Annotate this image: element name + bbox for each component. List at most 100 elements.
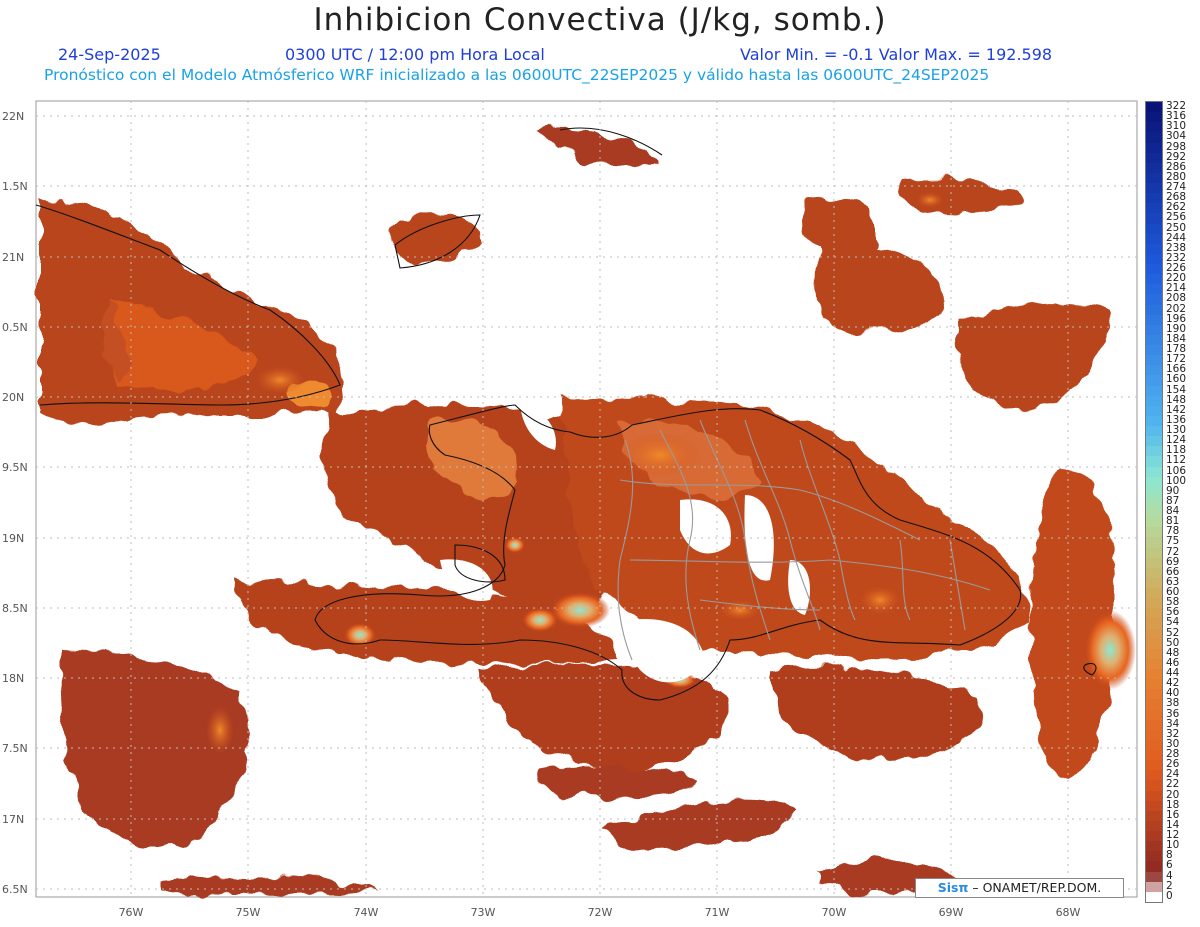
colorbar-swatch: [1146, 233, 1162, 245]
colorbar-swatch: [1146, 172, 1162, 184]
colorbar-swatch: [1146, 780, 1162, 792]
colorbar-swatch: [1146, 669, 1162, 680]
colorbar-swatch: [1146, 193, 1162, 204]
colorbar-swatch: [1146, 831, 1162, 842]
colorbar-swatch: [1146, 689, 1162, 700]
colorbar-swatch: [1146, 253, 1162, 265]
colorbar-swatch: [1146, 385, 1162, 397]
colorbar-swatch: [1146, 750, 1162, 761]
colorbar-swatch: [1146, 476, 1162, 488]
lon-label: 72W: [588, 906, 613, 919]
colorbar-swatch: [1146, 405, 1162, 417]
lon-label: 71W: [705, 906, 730, 919]
credit-text: – ONAMET/REP.DOM.: [968, 880, 1102, 895]
colorbar-swatch: [1146, 577, 1162, 589]
colorbar-swatch: [1146, 679, 1162, 690]
lat-label: 9.5N: [2, 461, 28, 474]
colorbar-swatch: [1146, 709, 1162, 721]
colorbar-swatch: [1146, 446, 1162, 457]
colorbar: [1145, 101, 1163, 903]
colorbar-swatch: [1146, 537, 1162, 549]
colorbar-swatch: [1146, 142, 1162, 154]
colorbar-label: 298: [1166, 140, 1187, 153]
lat-label: 1.5N: [2, 180, 28, 193]
colorbar-label: 160: [1166, 373, 1187, 386]
latitude-labels: 22N 1.5N 21N 0.5N 20N 9.5N 19N 8.5N 18N …: [2, 110, 28, 896]
colorbar-label: 54: [1166, 616, 1180, 629]
colorbar-swatch: [1146, 122, 1162, 133]
colorbar-swatch: [1146, 871, 1162, 883]
colorbar-swatch: [1146, 223, 1162, 235]
map-plot: 22N 1.5N 21N 0.5N 20N 9.5N 19N 8.5N 18N …: [2, 100, 1138, 919]
colorbar-label: 112: [1166, 454, 1187, 467]
colorbar-swatch: [1146, 345, 1162, 356]
lon-label: 68W: [1056, 906, 1081, 919]
lat-label: 17N: [2, 813, 24, 826]
lat-label: 7.5N: [2, 742, 28, 755]
colorbar-swatch: [1146, 507, 1162, 518]
colorbar-swatch: [1146, 395, 1162, 407]
colorbar-swatch: [1146, 557, 1162, 569]
lon-label: 76W: [119, 906, 144, 919]
colorbar-swatch: [1146, 496, 1162, 508]
colorbar-label: 208: [1166, 292, 1187, 305]
lon-label: 69W: [939, 906, 964, 919]
colorbar-swatch: [1146, 527, 1162, 538]
colorbar-swatch: [1146, 466, 1162, 478]
colorbar-swatch: [1146, 274, 1162, 285]
colorbar-swatch: [1146, 881, 1162, 893]
colorbar-swatch: [1146, 547, 1162, 559]
colorbar-swatch: [1146, 314, 1162, 326]
colorbar-swatch: [1146, 415, 1162, 427]
colorbar-swatch: [1146, 567, 1162, 579]
colorbar-swatch: [1146, 810, 1162, 822]
colorbar-label: 0: [1166, 889, 1173, 902]
colorbar-swatch: [1146, 648, 1162, 660]
colorbar-swatch: [1146, 426, 1162, 437]
colorbar-swatch: [1146, 152, 1162, 164]
colorbar-swatch: [1146, 264, 1162, 275]
colorbar-swatch: [1146, 618, 1162, 630]
colorbar-swatch: [1146, 699, 1162, 711]
colorbar-swatch: [1146, 739, 1162, 751]
colorbar-swatch: [1146, 486, 1162, 498]
colorbar-swatch: [1146, 891, 1162, 903]
colorbar-label: 304: [1166, 130, 1187, 143]
colorbar-swatch: [1146, 304, 1162, 316]
colorbar-swatch: [1146, 851, 1162, 862]
lat-label: 21N: [2, 251, 24, 264]
colorbar-label: 22: [1166, 778, 1180, 791]
colorbar-swatch: [1146, 790, 1162, 802]
colorbar-swatch: [1146, 355, 1162, 366]
lat-label: 18N: [2, 672, 24, 685]
lon-label: 73W: [471, 906, 496, 919]
colorbar-swatch: [1146, 608, 1162, 619]
colorbar-swatch: [1146, 324, 1162, 336]
colorbar-swatch: [1146, 638, 1162, 650]
lon-label: 75W: [236, 906, 261, 919]
lon-label: 74W: [354, 906, 379, 919]
colorbar-swatch: [1146, 203, 1162, 214]
colorbar-swatch: [1146, 183, 1162, 194]
colorbar-label: 38: [1166, 697, 1180, 710]
colorbar-swatch: [1146, 598, 1162, 609]
colorbar-swatch: [1146, 365, 1162, 376]
colorbar-swatch: [1146, 132, 1162, 143]
colorbar-swatch: [1146, 517, 1162, 528]
colorbar-swatch: [1146, 729, 1162, 741]
colorbar-label: 6: [1166, 859, 1173, 872]
colorbar-swatch: [1146, 334, 1162, 346]
colorbar-swatch: [1146, 243, 1162, 255]
colorbar-swatch: [1146, 102, 1162, 113]
colorbar-swatch: [1146, 820, 1162, 832]
colorbar-swatch: [1146, 760, 1162, 771]
colorbar-swatch: [1146, 456, 1162, 468]
colorbar-swatch: [1146, 841, 1162, 852]
sispi-brand: Sisπ: [937, 880, 969, 895]
colorbar-swatch: [1146, 284, 1162, 295]
lat-label: 6.5N: [2, 883, 28, 896]
lon-label: 70W: [822, 906, 847, 919]
credit-box: Sisπ – ONAMET/REP.DOM.: [915, 878, 1124, 898]
colorbar-swatch: [1146, 213, 1162, 225]
colorbar-swatch: [1146, 112, 1162, 123]
